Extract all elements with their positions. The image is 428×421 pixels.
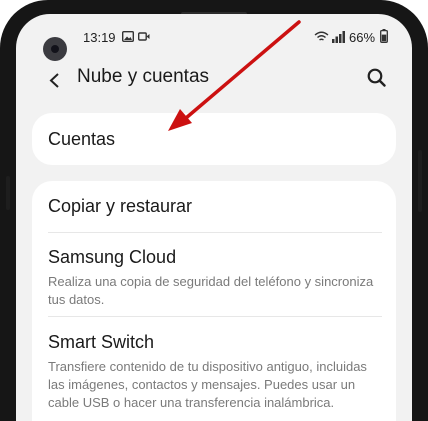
side-button xyxy=(418,150,422,212)
menu-item-description: Transfiere contenido de tu dispositivo a… xyxy=(48,359,367,410)
settings-card: Copiar y restaurar Samsung Cloud Realiza… xyxy=(32,181,396,421)
battery-icon xyxy=(380,29,388,43)
menu-item-title: Samsung Cloud xyxy=(48,247,177,267)
menu-item-description: Realiza una copia de seguridad del teléf… xyxy=(48,274,374,307)
video-icon xyxy=(138,32,150,41)
signal-icon xyxy=(332,31,345,43)
side-button xyxy=(6,176,10,210)
divider xyxy=(48,232,382,233)
front-camera xyxy=(43,37,67,61)
search-button[interactable] xyxy=(365,66,389,90)
menu-item-title: Cuentas xyxy=(48,129,116,149)
menu-item-copiar-restaurar[interactable]: Copiar y restaurar xyxy=(48,196,386,217)
wifi-icon xyxy=(314,31,329,41)
image-icon xyxy=(122,31,134,42)
phone-screen: 13:19 66% Nube y cuentas Cuentas Copiar … xyxy=(16,14,412,421)
back-arrow-icon xyxy=(49,73,59,88)
menu-item-samsung-cloud[interactable]: Samsung Cloud Realiza una copia de segur… xyxy=(48,247,386,309)
status-time: 13:19 xyxy=(83,30,116,45)
menu-item-smart-switch[interactable]: Smart Switch Transfiere contenido de tu … xyxy=(48,332,386,412)
menu-item-cuentas[interactable]: Cuentas xyxy=(48,129,386,150)
search-icon xyxy=(367,68,386,87)
status-bar: 13:19 66% xyxy=(16,14,412,61)
accounts-card: Cuentas xyxy=(32,113,396,165)
app-header: Nube y cuentas xyxy=(16,62,412,102)
battery-percentage: 66% xyxy=(349,30,376,45)
back-button[interactable] xyxy=(44,66,72,94)
page-title: Nube y cuentas xyxy=(77,66,210,87)
divider xyxy=(48,316,382,317)
menu-item-title: Smart Switch xyxy=(48,332,155,352)
menu-item-title: Copiar y restaurar xyxy=(48,196,193,216)
